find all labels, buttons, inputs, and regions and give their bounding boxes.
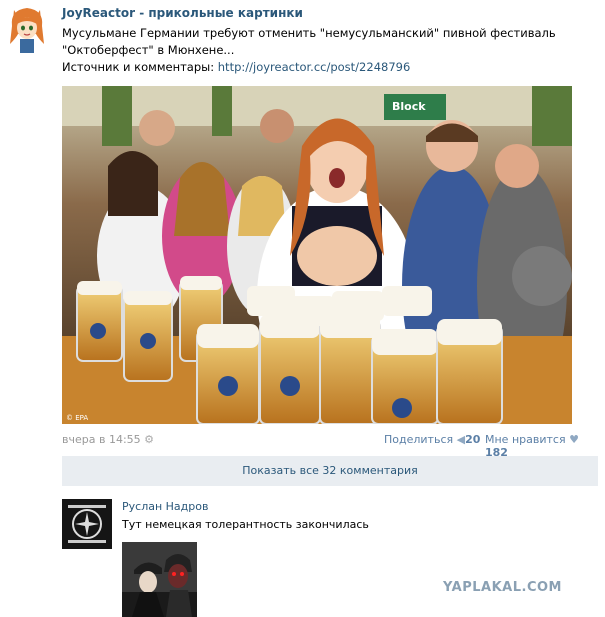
gear-icon[interactable]: ⚙: [144, 433, 154, 446]
share-count: 20: [465, 433, 481, 446]
comment-author-link[interactable]: Руслан Надров: [122, 500, 208, 513]
fox-girl-avatar-icon: [10, 8, 44, 53]
group-avatar[interactable]: [8, 4, 46, 54]
post-photo[interactable]: Block © EPA: [62, 86, 572, 424]
like-label: Мне нравится: [485, 433, 566, 446]
post-text: Мусульмане Германии требуют отменить "не…: [62, 25, 582, 76]
post-body-text: Мусульмане Германии требуют отменить "не…: [62, 26, 556, 57]
megaphone-icon: ◀: [456, 433, 466, 446]
watermark: YAPLAKAL.COM: [443, 580, 562, 595]
oktoberfest-photo: Block © EPA: [62, 86, 572, 424]
source-label: Источник и комментары:: [62, 60, 218, 74]
photo-credit: © EPA: [66, 414, 88, 422]
share-label: Поделиться: [384, 433, 454, 446]
post-time[interactable]: вчера в 14:55 ⚙: [62, 433, 154, 446]
post-source: Источник и комментары: http://joyreactor…: [62, 59, 582, 76]
source-link[interactable]: http://joyreactor.cc/post/2248796: [218, 60, 411, 74]
comment-image-art: [122, 542, 197, 617]
heart-icon: ♥: [569, 433, 579, 446]
group-name-link[interactable]: JoyReactor - прикольные картинки: [62, 6, 303, 20]
post-time-text: вчера в 14:55: [62, 433, 141, 446]
comment-image[interactable]: [122, 542, 197, 617]
photo-sign-text: Block: [392, 100, 426, 113]
comment-text: Тут немецкая толерантность закончилась: [122, 518, 369, 531]
emblem-avatar-icon: [62, 499, 112, 549]
comment-avatar[interactable]: [62, 499, 112, 549]
show-all-comments-button[interactable]: Показать все 32 комментария: [62, 456, 598, 486]
share-button[interactable]: Поделиться ◀20: [384, 433, 480, 446]
post-meta: вчера в 14:55 ⚙ Поделиться ◀20 Мне нрави…: [62, 433, 594, 459]
